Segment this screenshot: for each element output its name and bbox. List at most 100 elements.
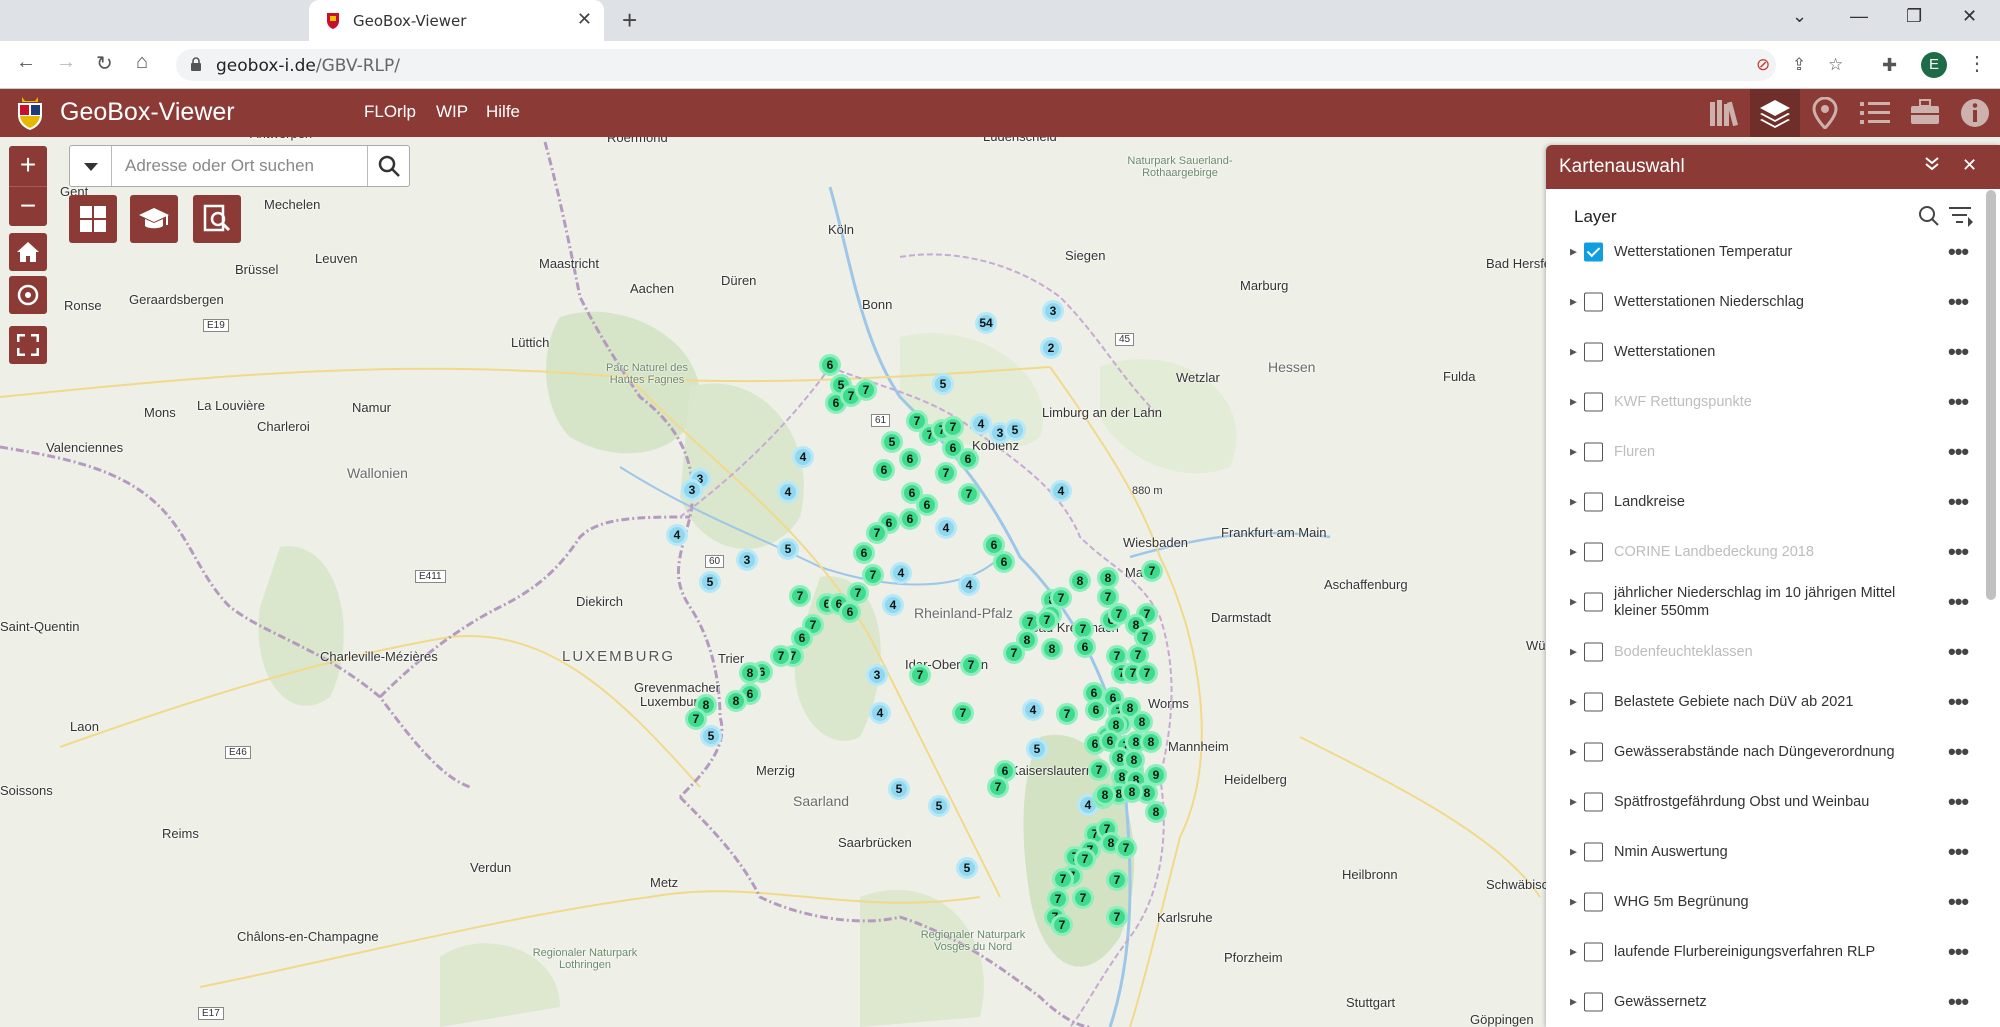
weather-station-marker[interactable]: 7 — [909, 664, 931, 686]
nav-hilfe[interactable]: Hilfe — [486, 102, 520, 122]
weather-station-marker[interactable]: 8 — [1069, 570, 1091, 592]
expand-icon[interactable]: ▶ — [1570, 697, 1577, 708]
weather-station-marker[interactable]: 6 — [899, 448, 921, 470]
weather-station-marker[interactable]: 6 — [993, 551, 1015, 573]
weather-station-marker[interactable]: 4 — [882, 594, 904, 616]
basemap-gallery-button[interactable] — [69, 195, 117, 243]
more-options-icon[interactable]: ••• — [1948, 539, 1969, 565]
expand-icon[interactable]: ▶ — [1570, 597, 1577, 608]
weather-station-marker[interactable]: 8 — [1140, 731, 1162, 753]
layer-item[interactable]: ▶ Belastete Gebiete nach DüV ab 2021 ••• — [1546, 677, 1986, 727]
weather-station-marker[interactable]: 6 — [1074, 636, 1096, 658]
weather-station-marker[interactable]: 2 — [1040, 337, 1062, 359]
layer-checkbox[interactable] — [1584, 292, 1603, 312]
more-options-icon[interactable]: ••• — [1948, 389, 1969, 415]
zoom-in-button[interactable]: + — [9, 146, 47, 186]
weather-station-marker[interactable]: 8 — [1121, 781, 1143, 803]
weather-station-marker[interactable]: 7 — [987, 776, 1009, 798]
home-icon[interactable]: ⌂ — [136, 51, 148, 74]
weather-station-marker[interactable]: 7 — [1003, 642, 1025, 664]
more-options-icon[interactable]: ••• — [1948, 239, 1969, 265]
layer-checkbox[interactable] — [1584, 842, 1603, 862]
layer-item[interactable]: ▶ Spätfrostgefährdung Obst und Weinbau ••• — [1546, 777, 1986, 827]
weather-station-marker[interactable]: 5 — [1004, 419, 1026, 441]
nav-florlp[interactable]: FLOrlp — [364, 102, 416, 122]
layer-item[interactable]: ▶ jährlicher Niederschlag im 10 jährigen … — [1546, 577, 1986, 627]
weather-station-marker[interactable]: 7 — [1136, 662, 1158, 684]
weather-station-marker[interactable]: 7 — [1056, 703, 1078, 725]
zoom-out-button[interactable]: − — [9, 186, 47, 226]
more-options-icon[interactable]: ••• — [1948, 489, 1969, 515]
layer-item[interactable]: ▶ KWF Rettungspunkte ••• — [1546, 377, 1986, 427]
collapse-icon[interactable] — [1924, 155, 1940, 176]
weather-station-marker[interactable]: 6 — [1085, 699, 1107, 721]
expand-icon[interactable]: ▶ — [1570, 647, 1577, 658]
layer-checkbox[interactable] — [1584, 992, 1603, 1012]
layer-checkbox[interactable] — [1584, 592, 1603, 612]
layer-checkbox[interactable] — [1584, 942, 1603, 962]
layer-item[interactable]: ▶ Gewässerabstände nach Düngeverordnung ••… — [1546, 727, 1986, 777]
weather-station-marker[interactable]: 4 — [1022, 699, 1044, 721]
weather-station-marker[interactable]: 5 — [928, 795, 950, 817]
location-button[interactable] — [1800, 89, 1850, 137]
more-options-icon[interactable]: ••• — [1948, 889, 1969, 915]
weather-station-marker[interactable]: 5 — [888, 778, 910, 800]
weather-station-marker[interactable]: 6 — [899, 508, 921, 530]
layer-item[interactable]: ▶ Fluren ••• — [1546, 427, 1986, 477]
layer-checkbox[interactable] — [1584, 492, 1603, 512]
expand-icon[interactable]: ▶ — [1570, 397, 1577, 408]
weather-station-marker[interactable]: 7 — [1088, 759, 1110, 781]
more-options-icon[interactable]: ••• — [1948, 339, 1969, 365]
expand-icon[interactable]: ▶ — [1570, 497, 1577, 508]
weather-station-marker[interactable]: 8 — [1131, 711, 1153, 733]
layer-checkbox[interactable] — [1584, 242, 1603, 262]
search-source-dropdown[interactable] — [70, 146, 112, 186]
library-button[interactable] — [1700, 89, 1750, 137]
weather-station-marker[interactable]: 7 — [960, 654, 982, 676]
browser-tab[interactable]: GeoBox-Viewer ✕ — [309, 0, 604, 41]
reload-icon[interactable]: ↻ — [96, 51, 113, 76]
weather-station-marker[interactable]: 4 — [1050, 480, 1072, 502]
locate-button[interactable] — [9, 276, 47, 314]
layer-checkbox[interactable] — [1584, 542, 1603, 562]
layer-checkbox[interactable] — [1584, 642, 1603, 662]
legend-button[interactable] — [1850, 89, 1900, 137]
weather-station-marker[interactable]: 7 — [958, 483, 980, 505]
weather-station-marker[interactable]: 6 — [839, 601, 861, 623]
layer-checkbox[interactable] — [1584, 742, 1603, 762]
weather-station-marker[interactable]: 7 — [1052, 868, 1074, 890]
layers-button[interactable] — [1750, 89, 1800, 137]
url-bar[interactable]: geobox-i.de/GBV-RLP/ ⊘ ⇪ ☆ — [176, 49, 1843, 81]
weather-station-marker[interactable]: 6 — [873, 459, 895, 481]
toolbox-button[interactable] — [1900, 89, 1950, 137]
search-button[interactable] — [367, 146, 409, 186]
layer-item[interactable]: ▶ Wetterstationen ••• — [1546, 327, 1986, 377]
weather-station-marker[interactable]: 7 — [685, 708, 707, 730]
layer-item[interactable]: ▶ Landkreise ••• — [1546, 477, 1986, 527]
layer-item[interactable]: ▶ Wetterstationen Niederschlag ••• — [1546, 277, 1986, 327]
identify-button[interactable] — [193, 195, 241, 243]
nav-wip[interactable]: WIP — [436, 102, 468, 122]
expand-icon[interactable]: ▶ — [1570, 347, 1577, 358]
weather-station-marker[interactable]: 5 — [1026, 738, 1048, 760]
expand-icon[interactable]: ▶ — [1570, 447, 1577, 458]
weather-station-marker[interactable]: 8 — [739, 662, 761, 684]
weather-station-marker[interactable]: 7 — [942, 416, 964, 438]
restore-icon[interactable]: ❐ — [1906, 6, 1922, 27]
weather-station-marker[interactable]: 8 — [1094, 784, 1116, 806]
weather-station-marker[interactable]: 5 — [881, 431, 903, 453]
panel-scrollbar[interactable] — [1986, 190, 1996, 600]
expand-icon[interactable]: ▶ — [1570, 947, 1577, 958]
layer-checkbox[interactable] — [1584, 892, 1603, 912]
forward-icon[interactable]: → — [56, 51, 76, 74]
weather-station-marker[interactable]: 7 — [1051, 914, 1073, 936]
layer-item[interactable]: ▶ CORINE Landbedeckung 2018 ••• — [1546, 527, 1986, 577]
weather-station-marker[interactable]: 6 — [819, 354, 841, 376]
layer-checkbox[interactable] — [1584, 692, 1603, 712]
blocked-icon[interactable]: ⊘ — [1756, 55, 1770, 75]
weather-station-marker[interactable]: 6 — [853, 542, 875, 564]
weather-station-marker[interactable]: 4 — [869, 702, 891, 724]
weather-station-marker[interactable]: 8 — [725, 690, 747, 712]
home-extent-button[interactable] — [9, 233, 47, 271]
weather-station-marker[interactable]: 4 — [777, 481, 799, 503]
